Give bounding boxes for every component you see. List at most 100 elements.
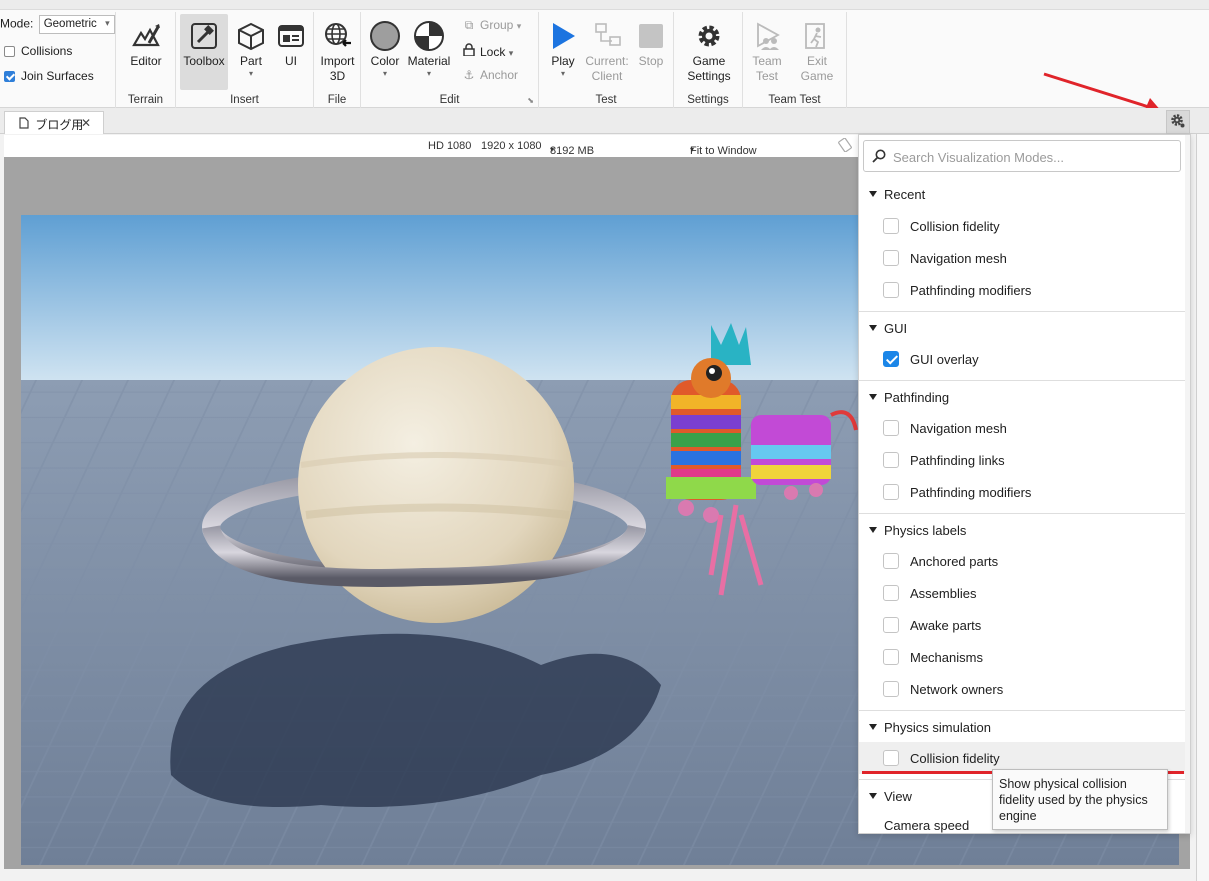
collapse-triangle-icon — [869, 527, 877, 533]
checkbox[interactable] — [883, 250, 899, 266]
toolbox-icon — [180, 18, 228, 54]
terrain-editor-button[interactable]: Editor — [122, 14, 170, 90]
checkbox[interactable] — [883, 452, 899, 468]
team-test-group-label: Team Test — [768, 94, 821, 106]
client-server-icon — [583, 18, 631, 54]
lock-button[interactable]: Lock ▾ — [462, 43, 513, 59]
lock-icon — [462, 43, 476, 59]
color-dropdown-caret[interactable]: ▾ — [365, 69, 405, 79]
color-label: Color — [370, 54, 400, 68]
anchored-parts[interactable]: Anchored parts — [859, 545, 1185, 577]
pathfinding-navigation-mesh[interactable]: Navigation mesh — [859, 412, 1185, 444]
viz-search-box[interactable]: Search Visualization Modes... — [863, 140, 1181, 172]
checkbox[interactable] — [883, 484, 899, 500]
viewport-info-bar: HD 1080 1920 x 1080 8192 MB ▾ Fit to Win… — [4, 135, 858, 157]
section-recent[interactable]: Recent — [859, 178, 1185, 210]
visualization-gear-icon — [1170, 113, 1186, 132]
team-test-button[interactable]: Team Test — [747, 14, 787, 90]
visualization-modes-panel: Search Visualization Modes... Recent Col… — [858, 134, 1191, 834]
part-label: Part — [239, 54, 262, 68]
size-label: 1920 x 1080 — [481, 140, 542, 152]
test-group: Play ▾ Current: Client Stop Test — [539, 12, 674, 108]
assemblies[interactable]: Assemblies — [859, 577, 1185, 609]
checkbox[interactable] — [883, 681, 899, 697]
panel-scrollbar[interactable] — [1185, 135, 1190, 833]
exit-game-button[interactable]: Exit Game — [797, 14, 837, 90]
checkbox[interactable] — [883, 218, 899, 234]
color-button[interactable]: Color ▾ — [365, 14, 405, 90]
section-physics-labels[interactable]: Physics labels — [859, 513, 1185, 545]
game-settings-line2: Settings — [687, 69, 731, 83]
checkbox[interactable] — [883, 553, 899, 569]
section-pathfinding[interactable]: Pathfinding — [859, 380, 1185, 412]
recent-navigation-mesh[interactable]: Navigation mesh — [859, 242, 1185, 274]
visualization-modes-button[interactable] — [1166, 110, 1190, 134]
material-button[interactable]: Material ▾ — [405, 14, 453, 90]
team-test-group: Team Test Exit Game Team Test — [743, 12, 847, 108]
mechanisms[interactable]: Mechanisms — [859, 641, 1185, 673]
network-owners[interactable]: Network owners — [859, 673, 1185, 705]
pathfinding-modifiers[interactable]: Pathfinding modifiers — [859, 476, 1185, 508]
lock-label: Lock — [480, 45, 506, 59]
insert-group-label: Insert — [230, 94, 259, 106]
stop-button[interactable]: Stop — [633, 14, 669, 90]
team-test-icon — [747, 18, 787, 54]
settings-group: Game Settings Settings — [674, 12, 743, 108]
exit-game-icon — [797, 18, 837, 54]
checkbox[interactable] — [883, 420, 899, 436]
import-3d-button[interactable]: Import 3D — [316, 14, 359, 90]
edit-group-label: Edit — [439, 94, 460, 106]
toolbox-button[interactable]: Toolbox — [180, 14, 228, 90]
edit-expand-icon[interactable]: ⬊ — [527, 96, 534, 105]
section-physics-simulation[interactable]: Physics simulation — [859, 710, 1185, 742]
import-label-line1: Import — [320, 54, 355, 68]
material-icon — [405, 18, 453, 54]
play-button[interactable]: Play ▾ — [543, 14, 583, 90]
checkbox[interactable] — [883, 649, 899, 665]
checkbox[interactable] — [883, 617, 899, 633]
checkbox-checked[interactable] — [883, 351, 899, 367]
collapse-triangle-icon — [869, 724, 877, 730]
collapse-triangle-icon — [869, 394, 877, 400]
anchor-button[interactable]: ⚓ Anchor — [462, 68, 518, 82]
right-side-panels — [1196, 134, 1209, 881]
ui-button[interactable]: UI — [272, 14, 310, 90]
test-group-label: Test — [595, 94, 617, 106]
terrain-group: Editor Terrain — [116, 12, 176, 108]
current-label-line1: Current: — [585, 54, 629, 68]
gui-overlay[interactable]: GUI overlay — [859, 343, 1185, 375]
part-button[interactable]: Part ▾ — [230, 14, 272, 90]
pathfinding-links[interactable]: Pathfinding links — [859, 444, 1185, 476]
checkbox[interactable] — [883, 585, 899, 601]
checkbox[interactable] — [883, 282, 899, 298]
recent-pathfinding-modifiers[interactable]: Pathfinding modifiers — [859, 274, 1185, 306]
material-dropdown-caret[interactable]: ▾ — [405, 69, 453, 79]
part-dropdown-caret[interactable]: ▾ — [230, 69, 272, 79]
close-tab-icon[interactable]: ✕ — [81, 116, 91, 130]
ribbon-toolbar: Mode: Geometric Collisions Join Surfaces… — [0, 10, 1209, 108]
mode-group — [0, 12, 116, 108]
checkbox[interactable] — [883, 750, 899, 766]
group-button[interactable]: ⧉ Group ▾ — [462, 18, 522, 33]
group-icon: ⧉ — [464, 18, 474, 32]
search-icon — [872, 149, 886, 166]
current-client-button[interactable]: Current: Client — [583, 14, 631, 90]
team-test-line2: Test — [755, 69, 778, 83]
section-gui[interactable]: GUI — [859, 311, 1185, 343]
awake-parts[interactable]: Awake parts — [859, 609, 1185, 641]
rotate-device-icon[interactable] — [838, 137, 852, 155]
resolution-label[interactable]: HD 1080 — [428, 140, 471, 152]
collapse-triangle-icon — [869, 191, 877, 197]
group-label: Group — [480, 18, 514, 32]
document-tab[interactable]: ブログ用 ✕ — [4, 111, 104, 134]
search-placeholder: Search Visualization Modes... — [893, 150, 1065, 165]
tooltip: Show physical collision fidelity used by… — [992, 769, 1168, 830]
recent-collision-fidelity[interactable]: Collision fidelity — [859, 210, 1185, 242]
stop-icon — [633, 18, 669, 54]
document-tab-label: ブログ用 — [35, 118, 84, 132]
edit-group: Color ▾ Material ▾ ⧉ Group ▾ Lock ▾ ⚓ Anch… — [361, 12, 539, 108]
exit-game-line1: Exit — [806, 54, 827, 68]
game-settings-button[interactable]: Game Settings — [680, 14, 738, 90]
terrain-group-label: Terrain — [127, 94, 164, 106]
play-dropdown-caret[interactable]: ▾ — [543, 69, 583, 79]
